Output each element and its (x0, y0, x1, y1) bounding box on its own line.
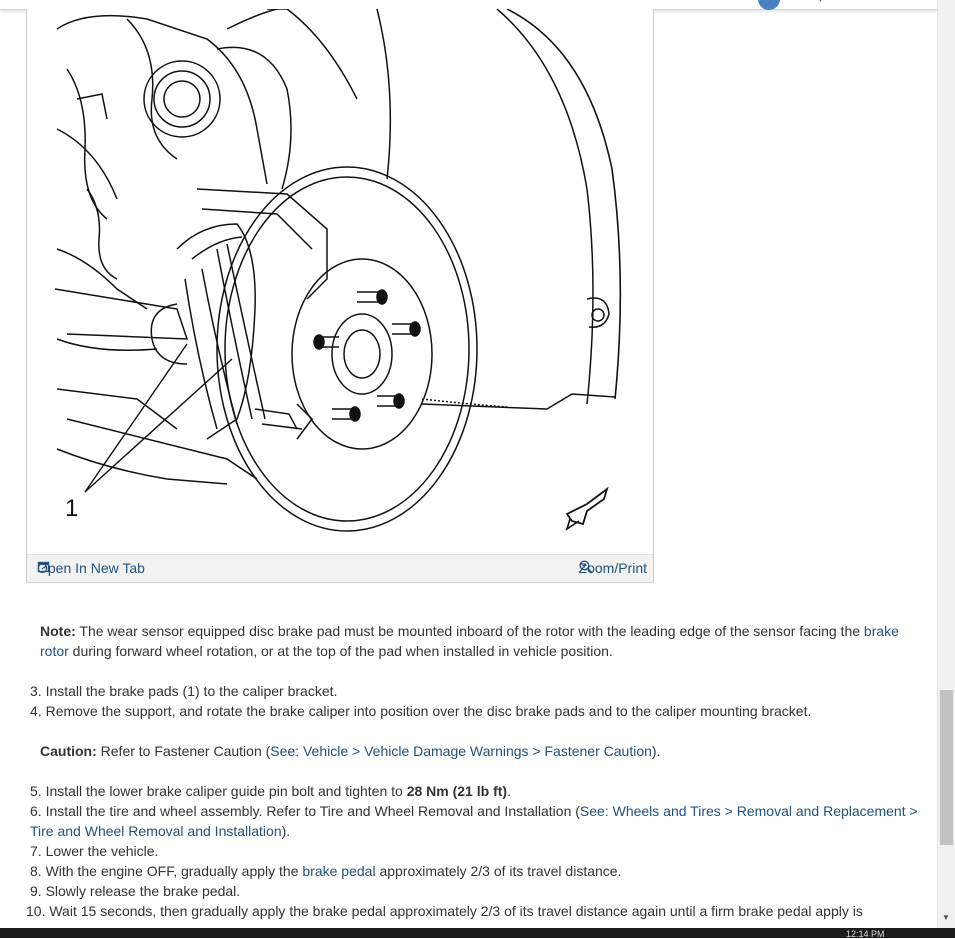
step-text: With the engine OFF, gradually apply the (41, 863, 303, 879)
step-10: 10. Wait 15 seconds, then gradually appl… (26, 901, 922, 921)
open-in-new-tab-label: Open In New Tab (37, 560, 145, 576)
step-number: 8. (30, 863, 42, 879)
step-text-end: approximately 2/3 of its travel distance… (375, 863, 622, 879)
fastener-caution-link[interactable]: See: Vehicle > Vehicle Damage Warnings >… (270, 743, 652, 759)
step-number: 7. (30, 843, 42, 859)
step-text: Install the tire and wheel assembly. Ref… (41, 803, 580, 819)
scrollbar-thumb[interactable] (940, 690, 953, 845)
step-number: 5. (30, 783, 42, 799)
step-text: Slowly release the brake pedal. (41, 883, 241, 899)
step-9: 9. Slowly release the brake pedal. (26, 881, 922, 901)
step-text: Wait 15 seconds, then gradually apply th… (45, 903, 863, 919)
callout-label: 1 (65, 495, 78, 522)
step-3: 3. Install the brake pads (1) to the cal… (26, 681, 922, 701)
caution-text-after: ). (651, 743, 661, 759)
step-number: 9. (30, 883, 42, 899)
caution-prefix: Caution: (40, 743, 97, 759)
note-text-before: The wear sensor equipped disc brake pad … (75, 623, 864, 639)
note-prefix: Note: (40, 623, 76, 639)
zoom-icon (579, 560, 593, 574)
step-text-end: . (507, 783, 511, 799)
step-text: Lower the vehicle. (41, 843, 159, 859)
procedure-content: Note: The wear sensor equipped disc brak… (26, 621, 922, 921)
os-taskbar: 12:14 PM (0, 928, 955, 939)
note-paragraph: Note: The wear sensor equipped disc brak… (26, 621, 922, 661)
step-text-end: ). (281, 823, 291, 839)
step-text: Install the lower brake caliper guide pi… (41, 783, 407, 799)
new-tab-icon (37, 561, 50, 573)
step-4: 4. Remove the support, and rotate the br… (26, 701, 922, 721)
caution-text-before: Refer to Fastener Caution ( (96, 743, 271, 759)
step-8: 8. With the engine OFF, gradually apply … (26, 861, 922, 881)
step-6: 6. Install the tire and wheel assembly. … (26, 801, 922, 841)
brake-assembly-illustration: 1 (54, 9, 622, 532)
step-5: 5. Install the lower brake caliper guide… (26, 781, 922, 801)
note-text-after: during forward wheel rotation, or at the… (68, 643, 613, 659)
torque-spec: 28 Nm (21 lb ft) (406, 783, 508, 799)
step-text: Install the brake pads (1) to the calipe… (41, 683, 338, 699)
brake-pedal-link[interactable]: brake pedal (302, 863, 375, 879)
user-avatar[interactable] (758, 0, 780, 10)
vertical-scrollbar[interactable]: ▼ (937, 0, 955, 928)
open-in-new-tab-link[interactable]: Open In New Tab (37, 560, 145, 576)
step-number: 4. (30, 703, 42, 719)
step-number: 6. (30, 803, 42, 819)
step-7: 7. Lower the vehicle. (26, 841, 922, 861)
scroll-down-arrow-icon[interactable]: ▼ (942, 913, 950, 922)
brake-diagram-figure: 1 Open In New Tab Zoom/Print (26, 9, 654, 583)
caution-paragraph: Caution: Refer to Fastener Caution (See:… (26, 741, 922, 761)
step-number: 3. (30, 683, 42, 699)
figure-toolbar: Open In New Tab Zoom/Print (27, 554, 653, 582)
zoom-print-link[interactable]: Zoom/Print (579, 560, 647, 576)
step-text: Remove the support, and rotate the brake… (41, 703, 812, 719)
step-number: 10. (26, 903, 46, 919)
chevron-down-icon[interactable]: ▾ (818, 0, 823, 5)
